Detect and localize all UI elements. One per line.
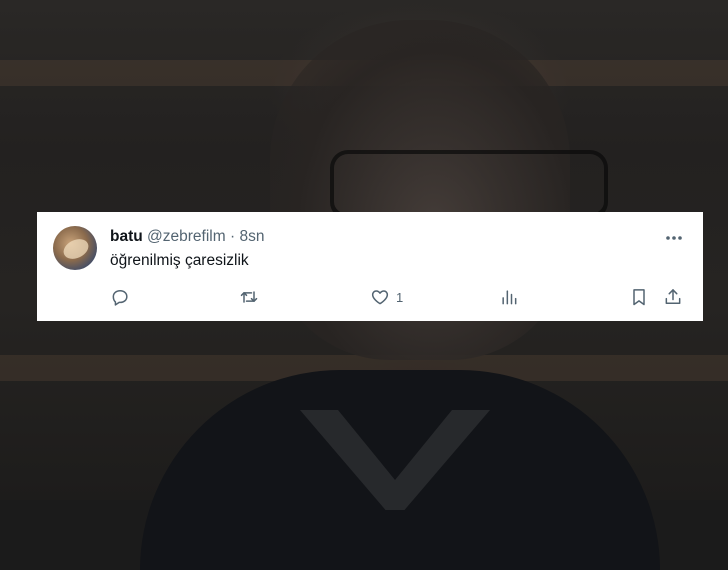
more-options-button[interactable] — [663, 228, 685, 248]
reply-button[interactable] — [110, 286, 130, 308]
like-button[interactable]: 1 — [370, 286, 403, 308]
bookmark-icon — [633, 289, 645, 306]
reply-icon — [112, 290, 128, 306]
more-horizontal-icon — [666, 236, 682, 240]
tweet-text: öğrenilmiş çaresizlik — [110, 252, 249, 269]
tweet-header: batu @zebrefilm · 8sn — [110, 227, 264, 247]
user-handle[interactable]: @zebrefilm — [147, 228, 226, 245]
display-name[interactable]: batu — [110, 228, 143, 245]
share-icon — [665, 289, 681, 304]
heart-icon — [371, 290, 389, 305]
avatar[interactable] — [53, 226, 97, 270]
share-button[interactable] — [663, 286, 683, 308]
background-glasses — [330, 150, 608, 220]
views-button[interactable] — [499, 286, 519, 308]
background-person-body — [140, 370, 660, 570]
tweet-card[interactable]: batu @zebrefilm · 8sn öğrenilmiş çaresiz… — [37, 212, 703, 321]
avatar-image — [60, 235, 92, 263]
tweet-timestamp[interactable]: 8sn — [239, 228, 264, 245]
retweet-button[interactable] — [239, 286, 259, 308]
like-count: 1 — [396, 289, 404, 305]
bookmark-button[interactable] — [629, 286, 649, 308]
analytics-icon — [502, 290, 517, 305]
retweet-icon — [240, 291, 258, 303]
separator-dot: · — [229, 228, 236, 245]
